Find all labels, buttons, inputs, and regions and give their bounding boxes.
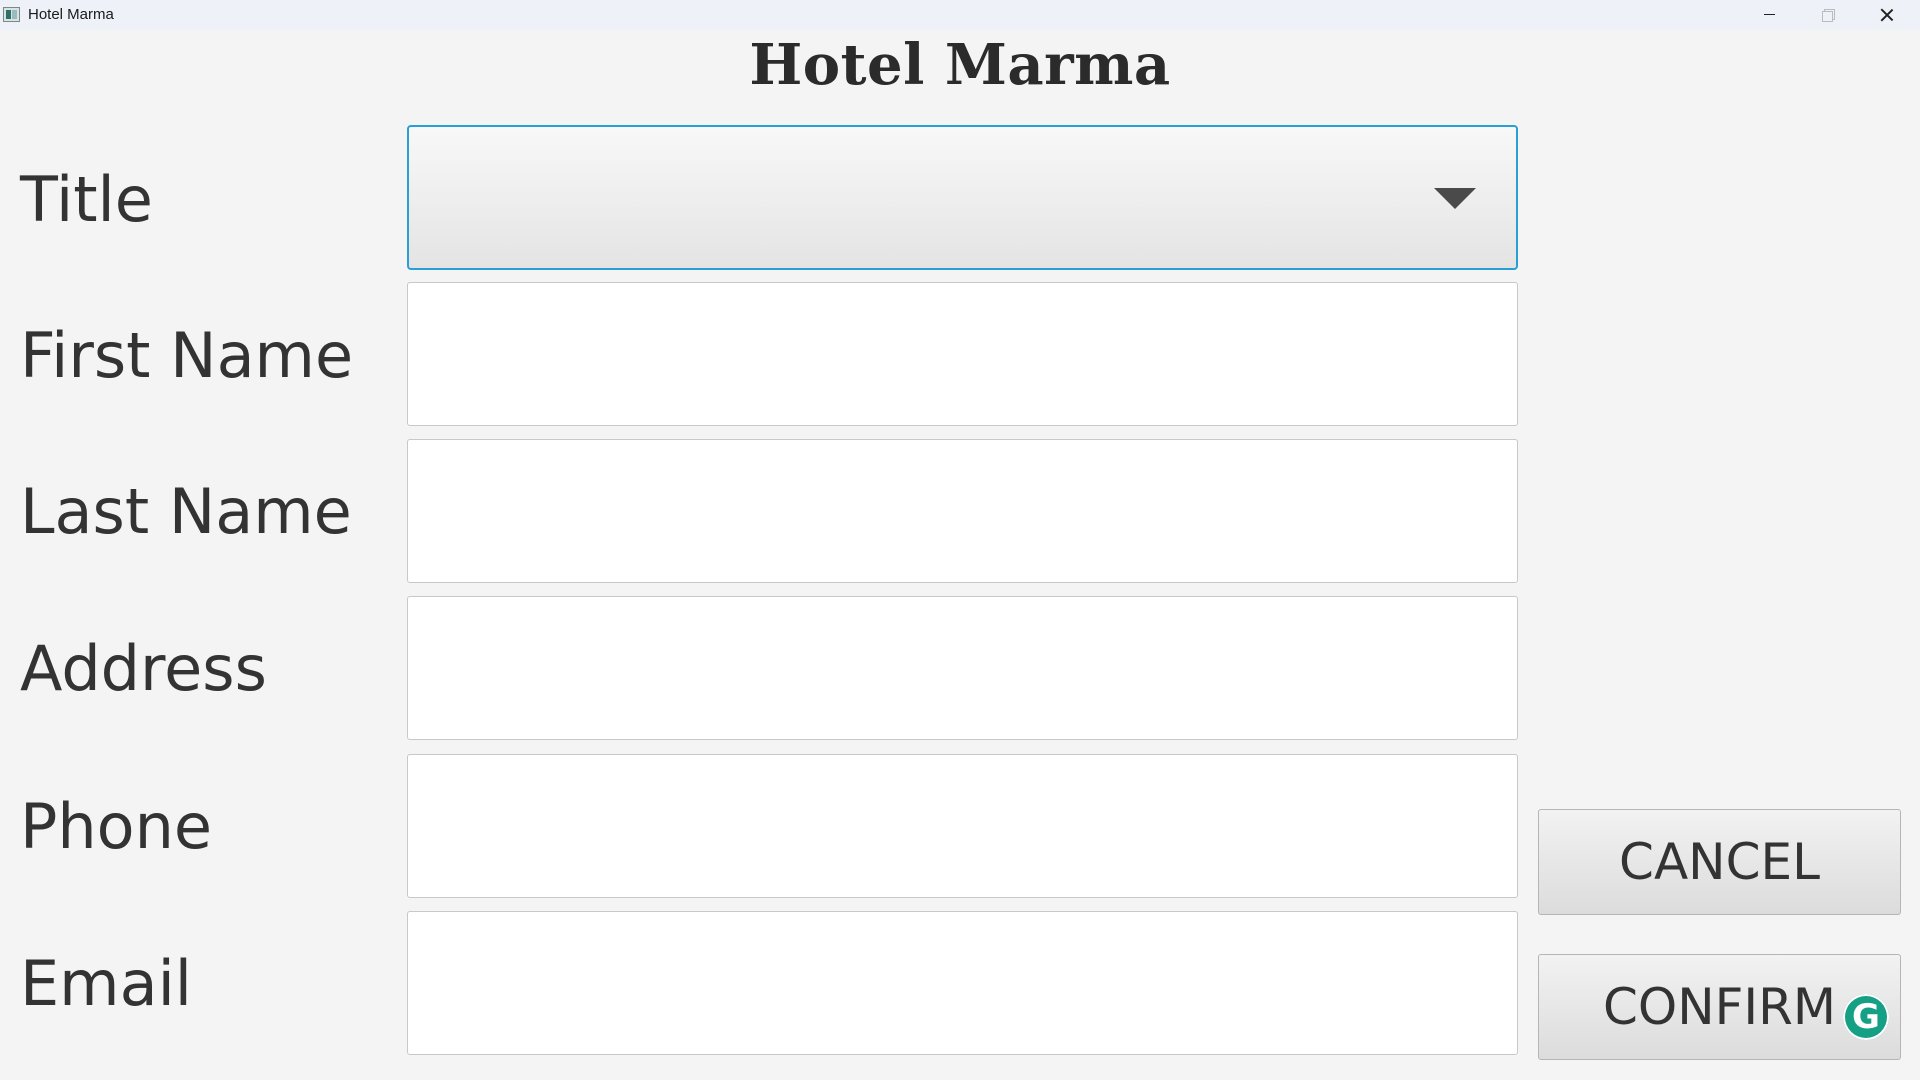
page-title: Hotel Marma bbox=[749, 32, 1171, 98]
app-window-icon bbox=[3, 7, 20, 22]
grammarly-icon[interactable]: G bbox=[1843, 994, 1889, 1040]
window-title: Hotel Marma bbox=[28, 6, 114, 23]
minimize-button[interactable] bbox=[1741, 0, 1799, 30]
email-label: Email bbox=[20, 947, 193, 1020]
first-name-label: First Name bbox=[20, 319, 354, 392]
cancel-button[interactable]: CANCEL bbox=[1538, 809, 1901, 915]
app-window: Hotel Marma Hotel Marma Title First Name… bbox=[0, 0, 1920, 1080]
title-bar: Hotel Marma bbox=[0, 0, 1920, 30]
last-name-input[interactable] bbox=[407, 439, 1518, 583]
title-label: Title bbox=[20, 163, 153, 236]
first-name-input[interactable] bbox=[407, 282, 1518, 426]
phone-input[interactable] bbox=[407, 754, 1518, 898]
address-input[interactable] bbox=[407, 596, 1518, 740]
maximize-button[interactable] bbox=[1800, 0, 1858, 30]
chevron-down-icon[interactable] bbox=[1434, 188, 1476, 209]
title-dropdown[interactable] bbox=[407, 125, 1518, 270]
address-label: Address bbox=[20, 632, 267, 705]
phone-label: Phone bbox=[20, 790, 213, 863]
email-input[interactable] bbox=[407, 911, 1518, 1055]
last-name-label: Last Name bbox=[20, 475, 352, 548]
close-button[interactable] bbox=[1858, 0, 1916, 30]
